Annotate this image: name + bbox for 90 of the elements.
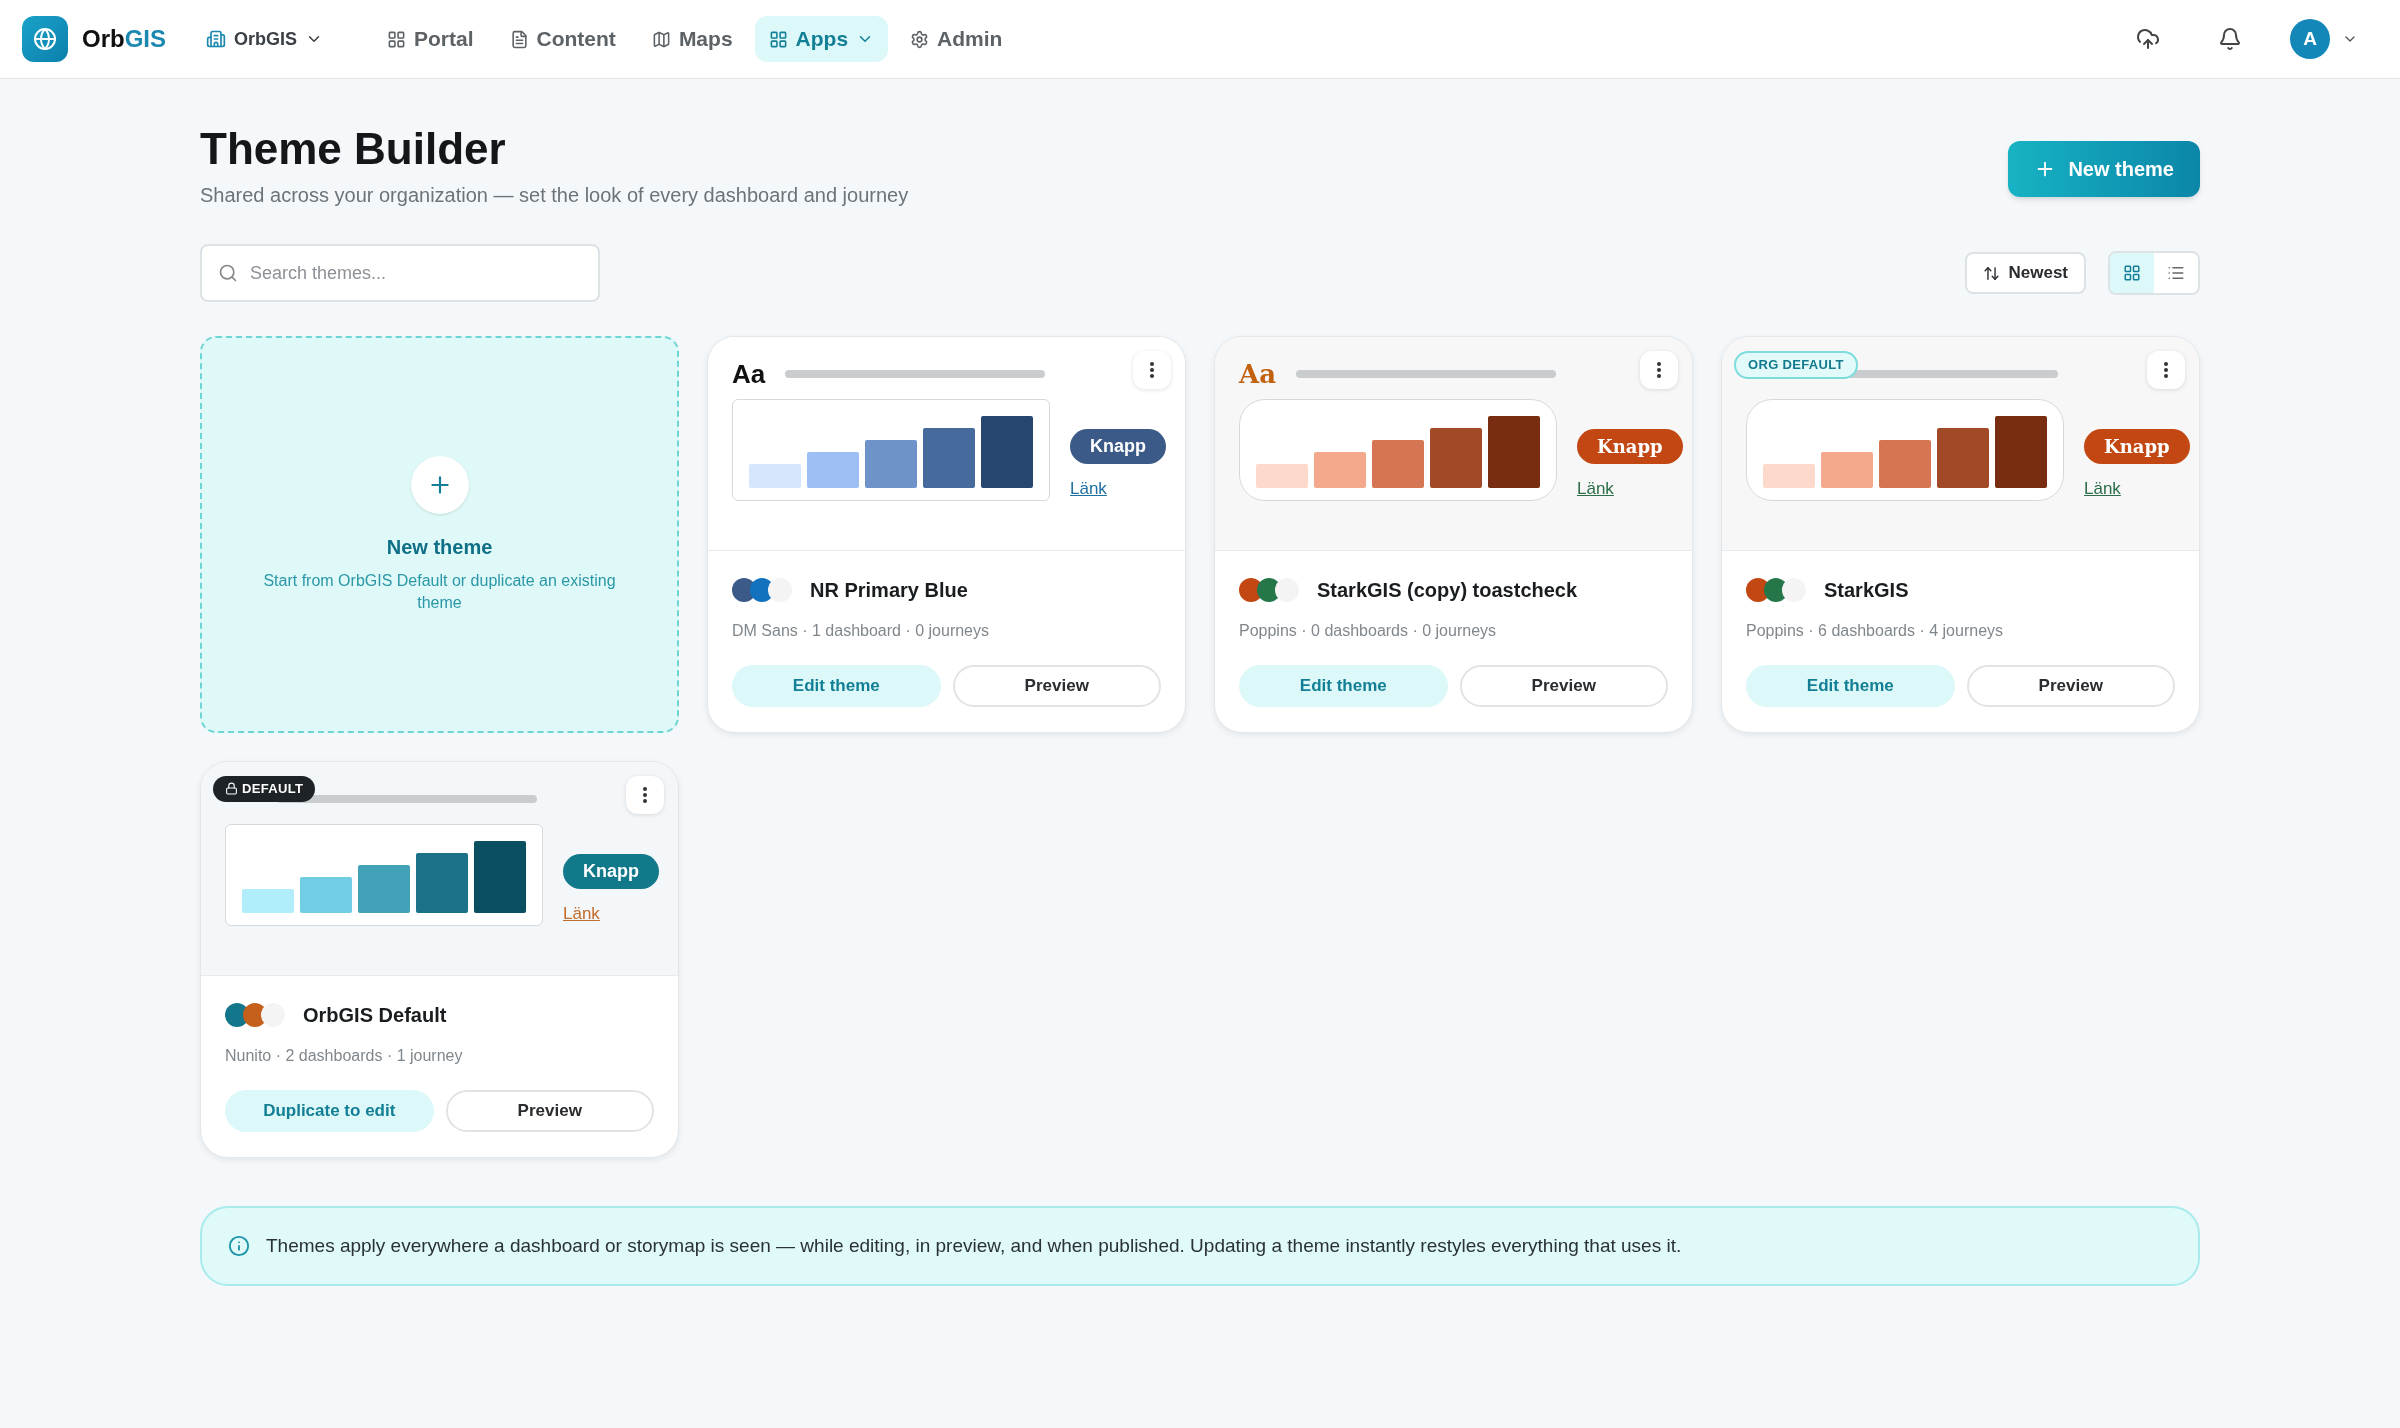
- sample-link[interactable]: Länk: [1577, 476, 1614, 502]
- preview-button[interactable]: Preview: [1459, 665, 1668, 707]
- chart-bar: [1256, 464, 1308, 488]
- more-icon: [2164, 362, 2168, 378]
- more-options-button[interactable]: [1133, 351, 1171, 389]
- sample-link[interactable]: Länk: [563, 901, 600, 927]
- preview-button[interactable]: Preview: [952, 665, 1161, 707]
- edit-button[interactable]: Edit theme: [1746, 665, 1955, 707]
- map-icon: [651, 29, 671, 49]
- sort-button[interactable]: Newest: [1965, 252, 2086, 294]
- chart-bar: [416, 853, 468, 913]
- cloud-upload-icon: [2136, 27, 2160, 51]
- organization-switcher[interactable]: OrbGIS: [206, 25, 324, 53]
- more-icon: [643, 787, 647, 803]
- grid-icon: [387, 29, 407, 49]
- more-options-button[interactable]: [626, 776, 664, 814]
- avatar[interactable]: A: [2290, 19, 2330, 59]
- chart-bar: [749, 464, 801, 488]
- chart-bar: [807, 452, 859, 488]
- chart-bar: [242, 889, 294, 913]
- chart-bar: [1763, 464, 1815, 488]
- theme-meta: Poppins · 6 dashboards · 4 journeys: [1746, 621, 2005, 641]
- edit-button[interactable]: Duplicate to edit: [225, 1090, 434, 1132]
- new-theme-title: New theme: [386, 534, 493, 560]
- sample-link[interactable]: Länk: [2084, 476, 2121, 502]
- theme-meta: Poppins · 0 dashboards · 0 journeys: [1239, 621, 1498, 641]
- chart-bar: [1488, 416, 1540, 488]
- chart-bar: [1937, 428, 1989, 488]
- nav-tab[interactable]: Content: [495, 16, 630, 62]
- search-icon: [218, 263, 238, 283]
- chart-bar: [474, 841, 526, 913]
- edit-button[interactable]: Edit theme: [732, 665, 941, 707]
- more-icon: [1150, 362, 1154, 378]
- new-theme-card[interactable]: New theme Start from OrbGIS Default or duplicate an existing theme: [200, 336, 679, 733]
- search-field[interactable]: Search themes...: [200, 244, 600, 302]
- preview-button[interactable]: Preview: [445, 1090, 654, 1132]
- font-sample: Aa: [732, 357, 766, 391]
- lock-icon: [225, 782, 238, 796]
- sample-button[interactable]: Knapp: [1577, 429, 1683, 464]
- brand-name: OrbGIS: [82, 24, 166, 54]
- chart-bar: [1430, 428, 1482, 488]
- grid-view-button[interactable]: [2110, 253, 2154, 293]
- more-icon: [1657, 362, 1661, 378]
- chart-bar: [865, 440, 917, 488]
- chart-bar: [1314, 452, 1366, 488]
- page-title: Theme Builder: [200, 123, 507, 175]
- edit-button[interactable]: Edit theme: [1239, 665, 1448, 707]
- sort-icon: [1983, 264, 2001, 282]
- settings-icon: [910, 29, 930, 49]
- more-options-button[interactable]: [2147, 351, 2185, 389]
- chart-bar: [923, 428, 975, 488]
- chart-bar: [358, 865, 410, 913]
- preview-button[interactable]: Preview: [1966, 665, 2175, 707]
- sample-button[interactable]: Knapp: [2084, 429, 2190, 464]
- theme-name: NR Primary Blue: [810, 578, 968, 603]
- theme-name: StarkGIS (copy) toastcheck: [1317, 578, 1578, 603]
- grid-icon: [768, 29, 788, 49]
- chart-bar: [1879, 440, 1931, 488]
- chart-bar: [300, 877, 352, 913]
- nav-tab[interactable]: Portal: [373, 16, 488, 62]
- new-theme-button[interactable]: New theme: [2008, 141, 2200, 197]
- building-icon: [206, 29, 226, 49]
- nav-tab[interactable]: Admin: [896, 16, 1017, 62]
- more-options-button[interactable]: [1640, 351, 1678, 389]
- theme-meta: Nunito · 2 dashboards · 1 journey: [225, 1046, 464, 1066]
- chart-bar: [1821, 452, 1873, 488]
- theme-meta: DM Sans · 1 dashboard · 0 journeys: [732, 621, 990, 641]
- list-icon: [2167, 264, 2185, 282]
- info-icon: [228, 1235, 250, 1257]
- sample-button[interactable]: Knapp: [1070, 429, 1166, 464]
- org-default-badge: ORG DEFAULT: [1734, 351, 1858, 379]
- font-sample: Aa: [1239, 357, 1277, 391]
- chart-bar: [1372, 440, 1424, 488]
- sample-link[interactable]: Länk: [1070, 476, 1107, 502]
- bell-icon: [2218, 27, 2242, 51]
- app-logo[interactable]: [22, 16, 68, 62]
- chart-bar: [981, 416, 1033, 488]
- badge-label: DEFAULT: [242, 780, 304, 798]
- globe-icon: [33, 27, 57, 51]
- grid-icon: [2123, 264, 2141, 282]
- theme-name: OrbGIS Default: [303, 1003, 447, 1028]
- new-theme-description: Start from OrbGIS Default or duplicate an existing theme: [262, 570, 617, 613]
- info-text: Themes apply everywhere a dashboard or storymap is seen — while editing, in preview, and when published. Updating a theme instantly restyles everything that uses it.: [266, 1233, 1682, 1258]
- chart-bar: [1995, 416, 2047, 488]
- document-icon: [509, 29, 529, 49]
- nav-tab[interactable]: Apps: [754, 16, 889, 62]
- nav-tab[interactable]: Maps: [637, 16, 747, 62]
- sample-button[interactable]: Knapp: [563, 854, 659, 889]
- page-subtitle: Shared across your organization — set the look of every dashboard and journey: [200, 183, 909, 208]
- theme-name: StarkGIS: [1824, 578, 1909, 603]
